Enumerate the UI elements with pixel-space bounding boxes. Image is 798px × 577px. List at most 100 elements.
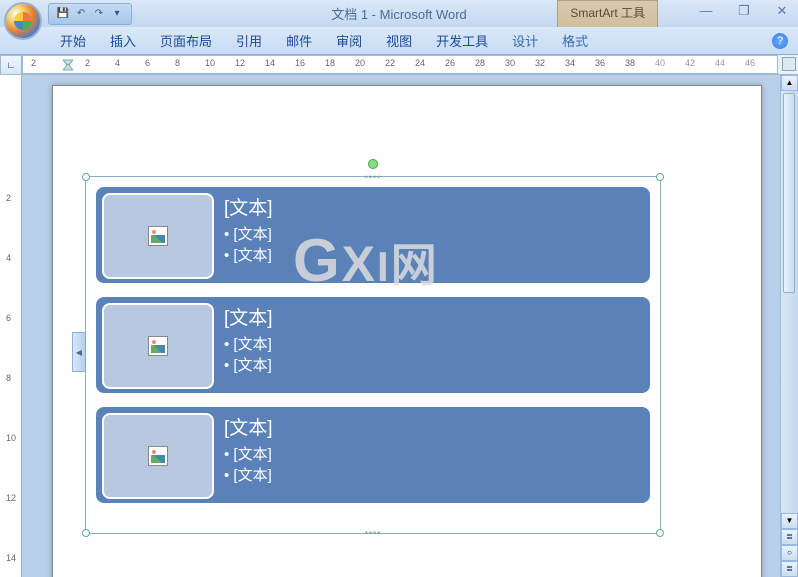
picture-placeholder[interactable] <box>102 413 214 499</box>
smartart-bullet[interactable]: [文本] <box>224 334 273 355</box>
minimize-button[interactable]: — <box>696 3 716 19</box>
ruler-tick: 10 <box>6 433 16 443</box>
quick-access-toolbar: 💾 ↶ ↷ ▾ <box>48 3 132 25</box>
smartart-bullet[interactable]: [文本] <box>224 224 273 245</box>
next-page-button[interactable]: ≣ <box>781 561 798 577</box>
picture-placeholder[interactable] <box>102 303 214 389</box>
ruler-tick: 20 <box>355 58 365 68</box>
ruler-tick: 38 <box>625 58 635 68</box>
title-bar: 💾 ↶ ↷ ▾ 文档 1 - Microsoft Word SmartArt 工… <box>0 0 798 27</box>
smartart-bullet[interactable]: [文本] <box>224 465 273 486</box>
smartart-item[interactable]: [文本] [文本] [文本] <box>94 185 652 285</box>
ruler-tick: 40 <box>655 58 665 68</box>
tab-review[interactable]: 审阅 <box>324 27 374 54</box>
smartart-text-block: [文本] [文本] [文本] <box>214 303 273 387</box>
undo-icon[interactable]: ↶ <box>73 6 89 22</box>
tab-references[interactable]: 引用 <box>224 27 274 54</box>
scroll-down-button[interactable]: ▼ <box>781 513 798 529</box>
ruler-tick: 8 <box>6 373 11 383</box>
resize-handle-sw[interactable] <box>82 529 90 537</box>
horizontal-ruler[interactable]: 2 2 4 6 8 10 12 14 16 18 20 22 24 26 28 … <box>22 55 778 74</box>
smartart-bullet[interactable]: [文本] <box>224 245 273 266</box>
ruler-tick: 12 <box>6 493 16 503</box>
tab-view[interactable]: 视图 <box>374 27 424 54</box>
context-tool-label: SmartArt 工具 <box>557 0 658 27</box>
ruler-tick: 14 <box>265 58 275 68</box>
picture-placeholder[interactable] <box>102 193 214 279</box>
save-icon[interactable]: 💾 <box>55 6 71 22</box>
ruler-tick: 4 <box>115 58 120 68</box>
tab-design[interactable]: 设计 <box>500 27 550 54</box>
document-area[interactable]: •••• •••• ◀ [文本] [文本] [文本] [文本] <box>22 75 780 577</box>
smartart-item[interactable]: [文本] [文本] [文本] <box>94 295 652 395</box>
browse-object-button[interactable]: ○ <box>781 545 798 561</box>
ruler-tick: 8 <box>175 58 180 68</box>
ruler-tick: 18 <box>325 58 335 68</box>
text-pane-toggle[interactable]: ◀ <box>72 332 85 372</box>
tab-format[interactable]: 格式 <box>550 27 600 54</box>
close-button[interactable]: ✕ <box>772 3 792 19</box>
ruler-tick: 46 <box>745 58 755 68</box>
page: •••• •••• ◀ [文本] [文本] [文本] [文本] <box>52 85 762 577</box>
smartart-title[interactable]: [文本] <box>224 413 273 440</box>
smartart-text-block: [文本] [文本] [文本] <box>214 193 273 277</box>
ruler-tick: 6 <box>145 58 150 68</box>
ribbon-tabs: 开始 插入 页面布局 引用 邮件 审阅 视图 开发工具 设计 格式 ? <box>0 27 798 55</box>
resize-handle-nw[interactable] <box>82 173 90 181</box>
resize-handle-se[interactable] <box>656 529 664 537</box>
tab-selector-button[interactable]: ∟ <box>0 55 22 75</box>
ruler-tick: 24 <box>415 58 425 68</box>
smartart-bullet[interactable]: [文本] <box>224 355 273 376</box>
scroll-thumb[interactable] <box>783 93 795 293</box>
main-area: 2 4 6 8 10 12 14 •••• •••• ◀ <box>0 75 798 577</box>
resize-handle-n[interactable]: •••• <box>365 172 382 182</box>
vertical-ruler[interactable]: 2 4 6 8 10 12 14 <box>0 75 22 577</box>
ruler-tick: 14 <box>6 553 16 563</box>
rotate-handle[interactable] <box>368 159 378 169</box>
ruler-tick: 34 <box>565 58 575 68</box>
window-title: 文档 1 - Microsoft Word <box>331 4 467 23</box>
tab-page-layout[interactable]: 页面布局 <box>148 27 224 54</box>
help-icon[interactable]: ? <box>772 33 788 49</box>
smartart-title[interactable]: [文本] <box>224 193 273 220</box>
ruler-tick: 12 <box>235 58 245 68</box>
ruler-toggle-button[interactable] <box>782 57 796 71</box>
image-icon <box>148 226 168 246</box>
smartart-title[interactable]: [文本] <box>224 303 273 330</box>
vertical-scrollbar[interactable]: ▲ ▼ ≣ ○ ≣ <box>780 75 798 577</box>
ruler-tick: 4 <box>6 253 11 263</box>
smartart-text-block: [文本] [文本] [文本] <box>214 413 273 497</box>
restore-button[interactable]: ❐ <box>734 3 754 19</box>
ruler-tick: 28 <box>475 58 485 68</box>
ruler-tick: 6 <box>6 313 11 323</box>
ruler-tick: 22 <box>385 58 395 68</box>
smartart-bullet[interactable]: [文本] <box>224 444 273 465</box>
ruler-tick: 42 <box>685 58 695 68</box>
prev-page-button[interactable]: ≣ <box>781 529 798 545</box>
ruler-tick: 2 <box>6 193 11 203</box>
tab-home[interactable]: 开始 <box>48 27 98 54</box>
office-button[interactable] <box>4 2 42 40</box>
ruler-tick: 36 <box>595 58 605 68</box>
qat-more-icon[interactable]: ▾ <box>109 6 125 22</box>
smartart-item[interactable]: [文本] [文本] [文本] <box>94 405 652 505</box>
resize-handle-s[interactable]: •••• <box>365 528 382 538</box>
image-icon <box>148 336 168 356</box>
window-controls: — ❐ ✕ <box>696 3 792 19</box>
ruler-row: ∟ 2 2 4 6 8 10 12 14 16 18 20 22 24 26 2… <box>0 55 798 75</box>
redo-icon[interactable]: ↷ <box>91 6 107 22</box>
indent-marker[interactable] <box>63 56 73 74</box>
ruler-tick: 16 <box>295 58 305 68</box>
scroll-up-button[interactable]: ▲ <box>781 75 798 91</box>
tab-developer[interactable]: 开发工具 <box>424 27 500 54</box>
tab-insert[interactable]: 插入 <box>98 27 148 54</box>
image-icon <box>148 446 168 466</box>
resize-handle-ne[interactable] <box>656 173 664 181</box>
ruler-tick: 2 <box>85 58 90 68</box>
smartart-object[interactable]: •••• •••• ◀ [文本] [文本] [文本] [文本] <box>85 176 661 534</box>
tab-mailings[interactable]: 邮件 <box>274 27 324 54</box>
ruler-tick: 10 <box>205 58 215 68</box>
ruler-tick: 44 <box>715 58 725 68</box>
ruler-tick: 30 <box>505 58 515 68</box>
ruler-tick: 32 <box>535 58 545 68</box>
